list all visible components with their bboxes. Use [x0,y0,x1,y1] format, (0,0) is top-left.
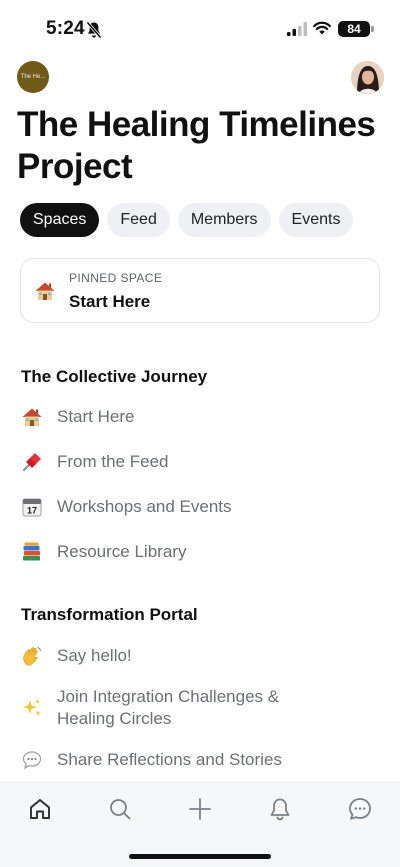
status-time: 5:24 [46,18,85,39]
cellular-signal-icon [287,22,307,36]
space-item-resource-library[interactable]: Resource Library [21,541,351,563]
house-icon [22,408,42,426]
space-item-share-reflections[interactable]: Share Reflections and Stories [21,749,351,771]
messages-icon[interactable] [347,796,373,822]
speech-bubble-icon [22,751,42,770]
page-title: The Healing Timelines Project [17,105,376,186]
pinned-space-card[interactable]: PINNED SPACE Start Here [20,258,380,323]
space-label: Join Integration Challenges & Healing Ci… [57,687,280,728]
pinned-space-label: PINNED SPACE [69,271,163,285]
space-item-say-hello[interactable]: Say hello! [21,645,351,667]
wifi-icon [313,21,331,35]
house-icon [35,282,55,300]
space-item-from-the-feed[interactable]: From the Feed [21,451,351,473]
section-heading-transformation-portal: Transformation Portal [21,605,198,624]
user-avatar[interactable] [351,61,384,94]
bell-off-icon [86,21,102,39]
home-indicator [129,854,271,859]
space-label: Resource Library [57,542,187,561]
space-label: Share Reflections and Stories [57,750,282,769]
space-item-start-here[interactable]: Start Here [21,406,351,428]
search-icon[interactable] [107,796,133,822]
waving-hand-icon [23,647,41,666]
space-item-workshops-and-events[interactable]: 17 Workshops and Events [21,496,351,518]
sparkles-icon [23,699,41,716]
battery-cap [371,26,374,32]
space-label: From the Feed [57,452,169,471]
space-label: Start Here [57,407,135,426]
tab-events[interactable]: Events [278,203,354,237]
space-label: Workshops and Events [57,497,232,516]
tab-spaces[interactable]: Spaces [20,203,100,237]
books-icon [23,542,40,561]
svg-text:17: 17 [27,506,37,516]
status-bar: 5:24 84 [0,0,400,56]
section-heading-collective-journey: The Collective Journey [21,367,208,386]
pushpin-icon [23,453,41,471]
tab-bar: Spaces Feed Members Events [20,203,354,237]
tab-feed[interactable]: Feed [107,203,170,237]
space-label: Say hello! [57,646,132,665]
battery-indicator: 84 [338,21,370,37]
home-icon[interactable] [27,796,53,822]
notifications-icon[interactable] [267,796,293,822]
tab-members[interactable]: Members [177,203,271,237]
calendar-icon: 17 [22,498,42,517]
space-item-integration-challenges[interactable]: Join Integration Challenges & Healing Ci… [21,686,351,732]
avatar-photo-icon [351,61,384,94]
add-icon[interactable] [187,796,213,822]
community-logo[interactable]: The He... [17,61,49,93]
pinned-space-title: Start Here [69,292,151,311]
